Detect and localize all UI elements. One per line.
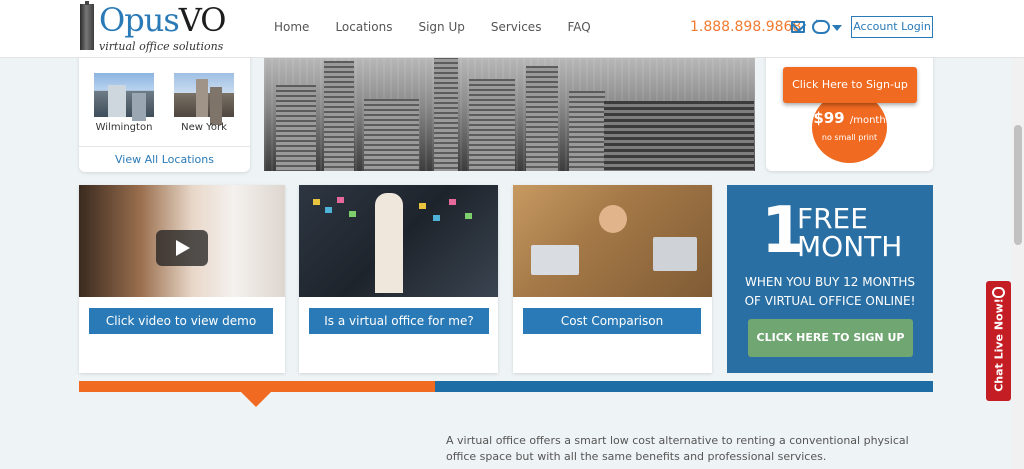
mail-icon[interactable] (791, 21, 805, 33)
nav-faq[interactable]: FAQ (567, 20, 590, 34)
promo-subtitle: WHEN YOU BUY 12 MONTHS OF VIRTUAL OFFICE … (727, 273, 933, 311)
sticky-note (349, 211, 356, 217)
promo-line-free: FREE (797, 202, 868, 235)
new-york-thumbnail[interactable] (174, 73, 234, 117)
play-icon[interactable] (156, 230, 208, 266)
teamwork-image[interactable] (513, 185, 712, 297)
demo-video-thumbnail[interactable] (79, 185, 285, 297)
price-unit: /month (849, 115, 886, 126)
chat-live-label: Chat Live Now! (992, 298, 1006, 392)
chat-bubble-icon[interactable] (812, 16, 830, 34)
logo-tagline: virtual office solutions (99, 40, 224, 53)
sticky-note (313, 199, 320, 205)
building (434, 52, 458, 171)
price-main: $99 /month (812, 109, 887, 127)
arrow-down-icon (241, 392, 271, 407)
sticky-note (465, 213, 472, 219)
chat-bubble-icon (992, 287, 1005, 298)
building (526, 66, 558, 171)
feature-card-cost-comparison: Cost Comparison (513, 185, 712, 373)
promo-box: 1 FREE MONTH WHEN YOU BUY 12 MONTHS OF VI… (727, 185, 933, 373)
sticky-note (325, 207, 332, 213)
promo-line-month: MONTH (797, 230, 903, 263)
tower-logo-icon (80, 1, 94, 50)
is-virtual-office-button[interactable]: Is a virtual office for me? (309, 308, 489, 334)
price-amount: $99 (813, 109, 845, 127)
sticky-note (337, 197, 344, 203)
promo-subtitle-line1: WHEN YOU BUY 12 MONTHS (745, 275, 915, 289)
intro-paragraph: A virtual office offers a smart low cost… (446, 434, 909, 463)
nav-home[interactable]: Home (274, 20, 309, 34)
logo-wordmark: OpusVO (99, 1, 227, 39)
view-all-locations-link[interactable]: View All Locations (79, 153, 250, 166)
presenter (375, 193, 403, 293)
feature-card-is-virtual-office: Is a virtual office for me? (299, 185, 498, 373)
chat-live-tab[interactable]: Chat Live Now! (986, 281, 1011, 401)
building (324, 61, 354, 171)
signup-button[interactable]: Click Here to Sign-up (783, 67, 917, 103)
site-header: OpusVO virtual office solutions Home Loc… (0, 0, 1024, 58)
logo-name-opus: Opus (99, 1, 180, 39)
nav-locations[interactable]: Locations (335, 20, 392, 34)
divider (79, 146, 250, 147)
locations-card: Wilmington New York View All Locations (79, 52, 250, 172)
laptop (531, 245, 579, 275)
laptop (653, 237, 697, 271)
price-note: no small print (821, 133, 878, 142)
sticky-note (419, 203, 426, 209)
chevron-down-icon[interactable] (832, 25, 842, 31)
building (604, 101, 754, 171)
scrollbar-thumb[interactable] (1014, 125, 1022, 245)
meeting-image[interactable] (299, 185, 498, 297)
nav-sign-up[interactable]: Sign Up (418, 20, 464, 34)
section-bar-blue (435, 381, 933, 392)
wilmington-thumbnail[interactable] (94, 73, 154, 117)
feature-card-demo: Click video to view demo (79, 185, 285, 373)
building (569, 91, 605, 171)
city-skyline-image (264, 52, 755, 171)
logo[interactable]: OpusVO virtual office solutions (80, 1, 230, 53)
scrollbar[interactable] (1012, 0, 1024, 469)
logo-name-vo: VO (178, 1, 227, 39)
view-demo-button[interactable]: Click video to view demo (89, 308, 273, 334)
location-label-new-york[interactable]: New York (169, 122, 239, 133)
building (276, 85, 316, 171)
main-nav: Home Locations Sign Up Services FAQ (274, 20, 617, 34)
promo-signup-button[interactable]: CLICK HERE TO SIGN UP (748, 319, 913, 357)
cost-comparison-button[interactable]: Cost Comparison (523, 308, 701, 334)
sticky-note (449, 199, 456, 205)
phone-number[interactable]: 1.888.898.9868 (690, 19, 801, 35)
promo-subtitle-line2: OF VIRTUAL OFFICE ONLINE! (744, 294, 916, 308)
building (364, 99, 419, 171)
nav-services[interactable]: Services (491, 20, 542, 34)
hands (599, 205, 627, 233)
building (469, 79, 515, 171)
account-login-button[interactable]: Account Login (851, 16, 933, 38)
section-bar-orange (79, 381, 435, 392)
sticky-note (433, 215, 440, 221)
location-label-wilmington[interactable]: Wilmington (89, 122, 159, 133)
